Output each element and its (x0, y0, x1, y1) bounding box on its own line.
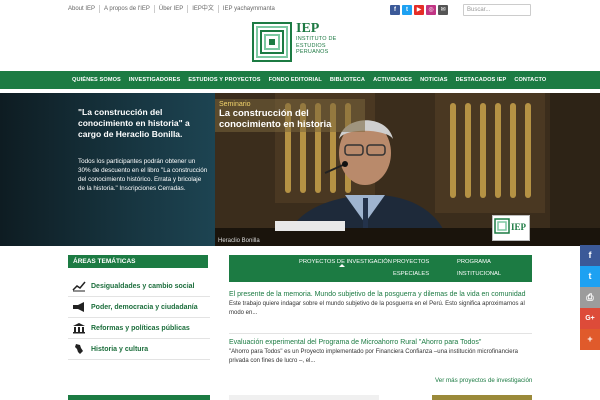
project-excerpt: "Ahorro para Todos" es un Proyecto imple… (229, 349, 518, 355)
logo-acronym: IEP (296, 21, 320, 36)
hero-slider[interactable]: "La construcción del conocimiento en his… (0, 93, 600, 246)
map-icon (75, 344, 83, 354)
hero-description: Todos los participantes podrán obtener u… (78, 158, 208, 192)
project-item[interactable]: El presente de la memoria. Mundo subjeti… (229, 290, 532, 317)
hero-title: "La construcción del conocimiento en his… (78, 107, 190, 139)
nav-quienes-somos[interactable]: QUIÉNES SOMOS (68, 77, 125, 83)
link-iep-chinese[interactable]: IEP中文 (188, 5, 219, 13)
link-a-propos[interactable]: A propos de l'IEP (100, 5, 155, 13)
area-item-reformas[interactable]: Reformas y políticas públicas (68, 318, 210, 339)
logo-line-3: PERUANOS (296, 49, 329, 55)
tab-programa-institucional-line1[interactable]: PROGRAMA (457, 257, 491, 268)
hero-kicker: Seminario (219, 101, 251, 108)
content-strip (229, 395, 379, 400)
nav-fondo-editorial[interactable]: FONDO EDITORIAL (265, 77, 326, 83)
active-tab-caret-icon (339, 264, 345, 267)
project-title[interactable]: Evaluación experimental del Programa de … (229, 338, 532, 347)
twitter-icon[interactable]: t (402, 5, 412, 15)
area-label: Poder, democracia y ciudadanía (91, 303, 198, 311)
area-label: Reformas y políticas públicas (91, 324, 190, 332)
link-iep-yachaymmanta[interactable]: IEP yachaymmanta (219, 5, 279, 13)
projects-tabs: PROYECTOS DE INVESTIGACIÓN PROYECTOS ESP… (229, 255, 532, 282)
area-item-desigualdades[interactable]: Desigualdades y cambio social (68, 276, 210, 297)
instagram-icon[interactable]: ◎ (426, 5, 436, 15)
share-sidebar: f t ⎙ G+ + (580, 245, 600, 350)
noticias-heading-strip (68, 395, 210, 400)
nav-biblioteca[interactable]: BIBLIOTECA (326, 77, 369, 83)
areas-list: Desigualdades y cambio social Poder, dem… (68, 276, 210, 360)
site-logo[interactable]: IEP INSTITUTO DE ESTUDIOS PERUANOS (252, 22, 337, 62)
hero-slide-title[interactable]: La construcción del conocimiento en hist… (219, 108, 361, 130)
nav-actividades[interactable]: ACTIVIDADES (369, 77, 416, 83)
top-bar: About IEP A propos de l'IEP Über IEP IEP… (0, 0, 600, 20)
project-excerpt-cont: privada con fines de lucro –, el... (229, 357, 316, 364)
sidebar-strip (432, 395, 532, 400)
more-share-icon[interactable]: + (580, 329, 600, 350)
project-title[interactable]: El presente de la memoria. Mundo subjeti… (229, 290, 532, 299)
project-excerpt-cont: modo en... (229, 309, 258, 316)
project-excerpt: Este trabajo quiere indagar sobre el mun… (229, 301, 525, 307)
nav-destacados[interactable]: DESTACADOS IEP (452, 77, 511, 83)
nav-estudios-proyectos[interactable]: ESTUDIOS Y PROYECTOS (184, 77, 264, 83)
more-projects-link[interactable]: Ver más proyectos de investigación (435, 377, 532, 384)
iep-badge-logo: IEP (492, 215, 530, 241)
language-links: About IEP A propos de l'IEP Über IEP IEP… (68, 5, 279, 13)
divider (229, 333, 532, 334)
facebook-icon[interactable]: f (390, 5, 400, 15)
tab-proyectos-especiales-line1[interactable]: PROYECTOS (393, 257, 429, 268)
hero-slide-label: Seminario La construcción del conocimien… (215, 99, 365, 132)
building-icon (73, 323, 85, 334)
link-about-iep[interactable]: About IEP (68, 5, 101, 13)
tab-proyectos-especiales-line2[interactable]: ESPECIALES (393, 269, 429, 280)
facebook-share-icon[interactable]: f (580, 245, 600, 266)
print-share-icon[interactable]: ⎙ (580, 287, 600, 308)
badge-acronym: IEP (511, 222, 527, 232)
megaphone-icon (73, 302, 84, 312)
logo-line-1: INSTITUTO DE (296, 36, 337, 42)
area-label: Desigualdades y cambio social (91, 282, 195, 290)
nav-noticias[interactable]: NOTICIAS (416, 77, 452, 83)
googleplus-share-icon[interactable]: G+ (580, 308, 600, 329)
areas-heading: ÁREAS TEMÁTICAS (68, 255, 208, 268)
youtube-icon[interactable]: ▶ (414, 5, 424, 15)
project-item[interactable]: Evaluación experimental del Programa de … (229, 338, 532, 365)
chart-icon (72, 281, 86, 292)
mail-icon[interactable]: ✉ (438, 5, 448, 15)
tab-proyectos-investigacion[interactable]: PROYECTOS DE INVESTIGACIÓN (299, 257, 392, 268)
twitter-share-icon[interactable]: t (580, 266, 600, 287)
nav-contacto[interactable]: CONTACTO (510, 77, 550, 83)
tab-programa-institucional-line2[interactable]: INSTITUCIONAL (457, 269, 501, 280)
area-label: Historia y cultura (91, 345, 149, 353)
nav-investigadores[interactable]: INVESTIGADORES (125, 77, 184, 83)
area-item-historia[interactable]: Historia y cultura (68, 339, 210, 360)
social-links: f t ▶ ◎ ✉ (390, 5, 448, 15)
search-input[interactable]: Buscar... (463, 4, 531, 16)
hero-caption: Heraclio Bonilla (218, 238, 260, 244)
link-uber-iep[interactable]: Über IEP (155, 5, 189, 13)
main-nav: QUIÉNES SOMOS INVESTIGADORES ESTUDIOS Y … (0, 71, 600, 89)
logo-mark-icon (252, 22, 292, 62)
area-item-poder[interactable]: Poder, democracia y ciudadanía (68, 297, 210, 318)
